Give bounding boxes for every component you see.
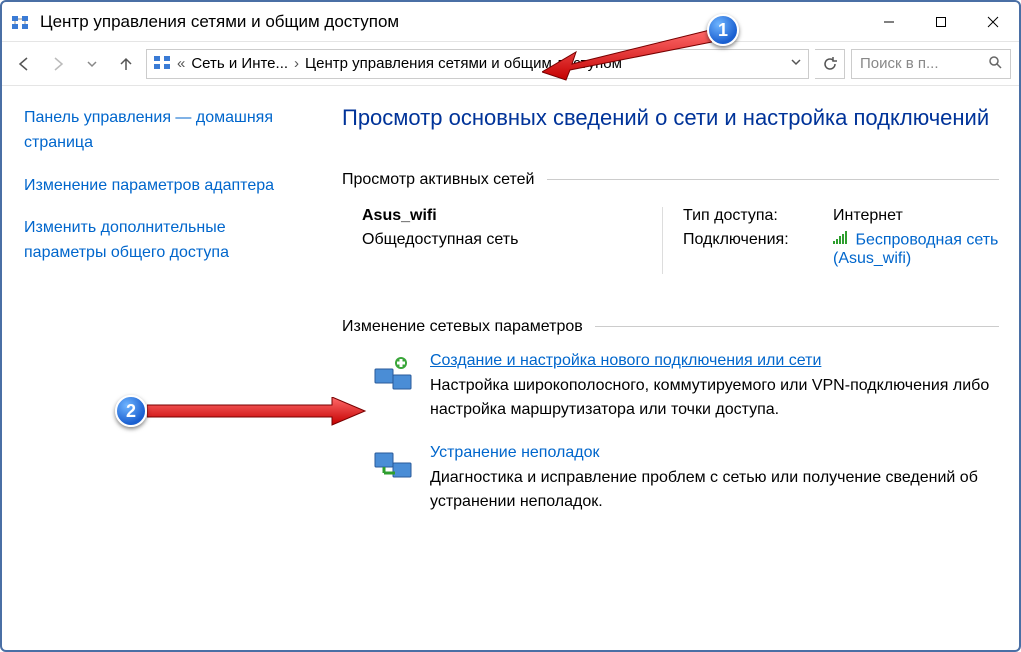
- divider: [547, 179, 1000, 180]
- chevron-left-icon: «: [177, 55, 185, 72]
- chevron-down-icon[interactable]: [790, 55, 802, 72]
- sidebar-link-sharing[interactable]: Изменить дополнительные параметры общего…: [24, 216, 280, 266]
- window-title: Центр управления сетями и общим доступом: [40, 12, 863, 32]
- network-name: Asus_wifi: [362, 207, 662, 225]
- refresh-button[interactable]: [815, 49, 845, 79]
- sidebar-link-home[interactable]: Панель управления — домашняя страница: [24, 106, 280, 156]
- main-panel: Просмотр основных сведений о сети и наст…: [302, 86, 1019, 650]
- active-networks-legend: Просмотр активных сетей: [342, 171, 543, 189]
- nav-forward-button[interactable]: [44, 50, 72, 78]
- window-controls: [863, 2, 1019, 42]
- new-connection-desc: Настройка широкополосного, коммутируемог…: [430, 374, 999, 422]
- access-type-label: Тип доступа:: [683, 207, 833, 225]
- task-new-connection[interactable]: Создание и настройка нового подключения …: [372, 352, 999, 422]
- nav-back-button[interactable]: [10, 50, 38, 78]
- titlebar: Центр управления сетями и общим доступом: [2, 2, 1019, 42]
- new-connection-icon: [372, 352, 414, 394]
- new-connection-link[interactable]: Создание и настройка нового подключения …: [430, 352, 821, 369]
- access-type-value: Интернет: [833, 207, 999, 225]
- nav-up-button[interactable]: [112, 50, 140, 78]
- wifi-signal-icon: [833, 231, 849, 250]
- app-icon: [10, 12, 30, 32]
- close-button[interactable]: [967, 2, 1019, 42]
- change-settings-legend: Изменение сетевых параметров: [342, 318, 591, 336]
- change-settings-group: Изменение сетевых параметров Создание и …: [342, 304, 999, 514]
- search-input[interactable]: Поиск в п...: [851, 49, 1011, 79]
- annotation-badge-1: 1: [707, 14, 739, 46]
- search-placeholder: Поиск в п...: [860, 55, 980, 72]
- network-row: Asus_wifi Общедоступная сеть Тип доступа…: [342, 207, 999, 274]
- troubleshoot-desc: Диагностика и исправление проблем с сеть…: [430, 466, 999, 514]
- connections-label: Подключения:: [683, 231, 833, 268]
- annotation-badge-2: 2: [115, 395, 147, 427]
- minimize-button[interactable]: [863, 2, 915, 42]
- address-icon: [153, 53, 171, 75]
- address-bar[interactable]: « Сеть и Инте... › Центр управления сетя…: [146, 49, 809, 79]
- content-area: Панель управления — домашняя страница Из…: [2, 86, 1019, 650]
- breadcrumb-level1[interactable]: Сеть и Инте...: [191, 55, 288, 72]
- divider: [595, 326, 999, 327]
- sidebar: Панель управления — домашняя страница Из…: [2, 86, 302, 650]
- active-networks-group: Просмотр активных сетей Asus_wifi Общедо…: [342, 157, 999, 274]
- troubleshoot-icon: [372, 444, 414, 486]
- connection-link[interactable]: Беспроводная сеть (Asus_wifi): [833, 231, 998, 266]
- maximize-button[interactable]: [915, 2, 967, 42]
- task-troubleshoot[interactable]: Устранение неполадок Диагностика и испра…: [372, 444, 999, 514]
- breadcrumb-level2[interactable]: Центр управления сетями и общим доступом: [305, 55, 622, 72]
- troubleshoot-link[interactable]: Устранение неполадок: [430, 444, 599, 461]
- network-type: Общедоступная сеть: [362, 231, 662, 249]
- chevron-right-icon: ›: [294, 55, 299, 72]
- nav-recent-button[interactable]: [78, 50, 106, 78]
- page-heading: Просмотр основных сведений о сети и наст…: [342, 104, 999, 133]
- search-icon: [988, 55, 1002, 72]
- sidebar-link-adapter[interactable]: Изменение параметров адаптера: [24, 174, 280, 199]
- navbar: « Сеть и Инте... › Центр управления сетя…: [2, 42, 1019, 86]
